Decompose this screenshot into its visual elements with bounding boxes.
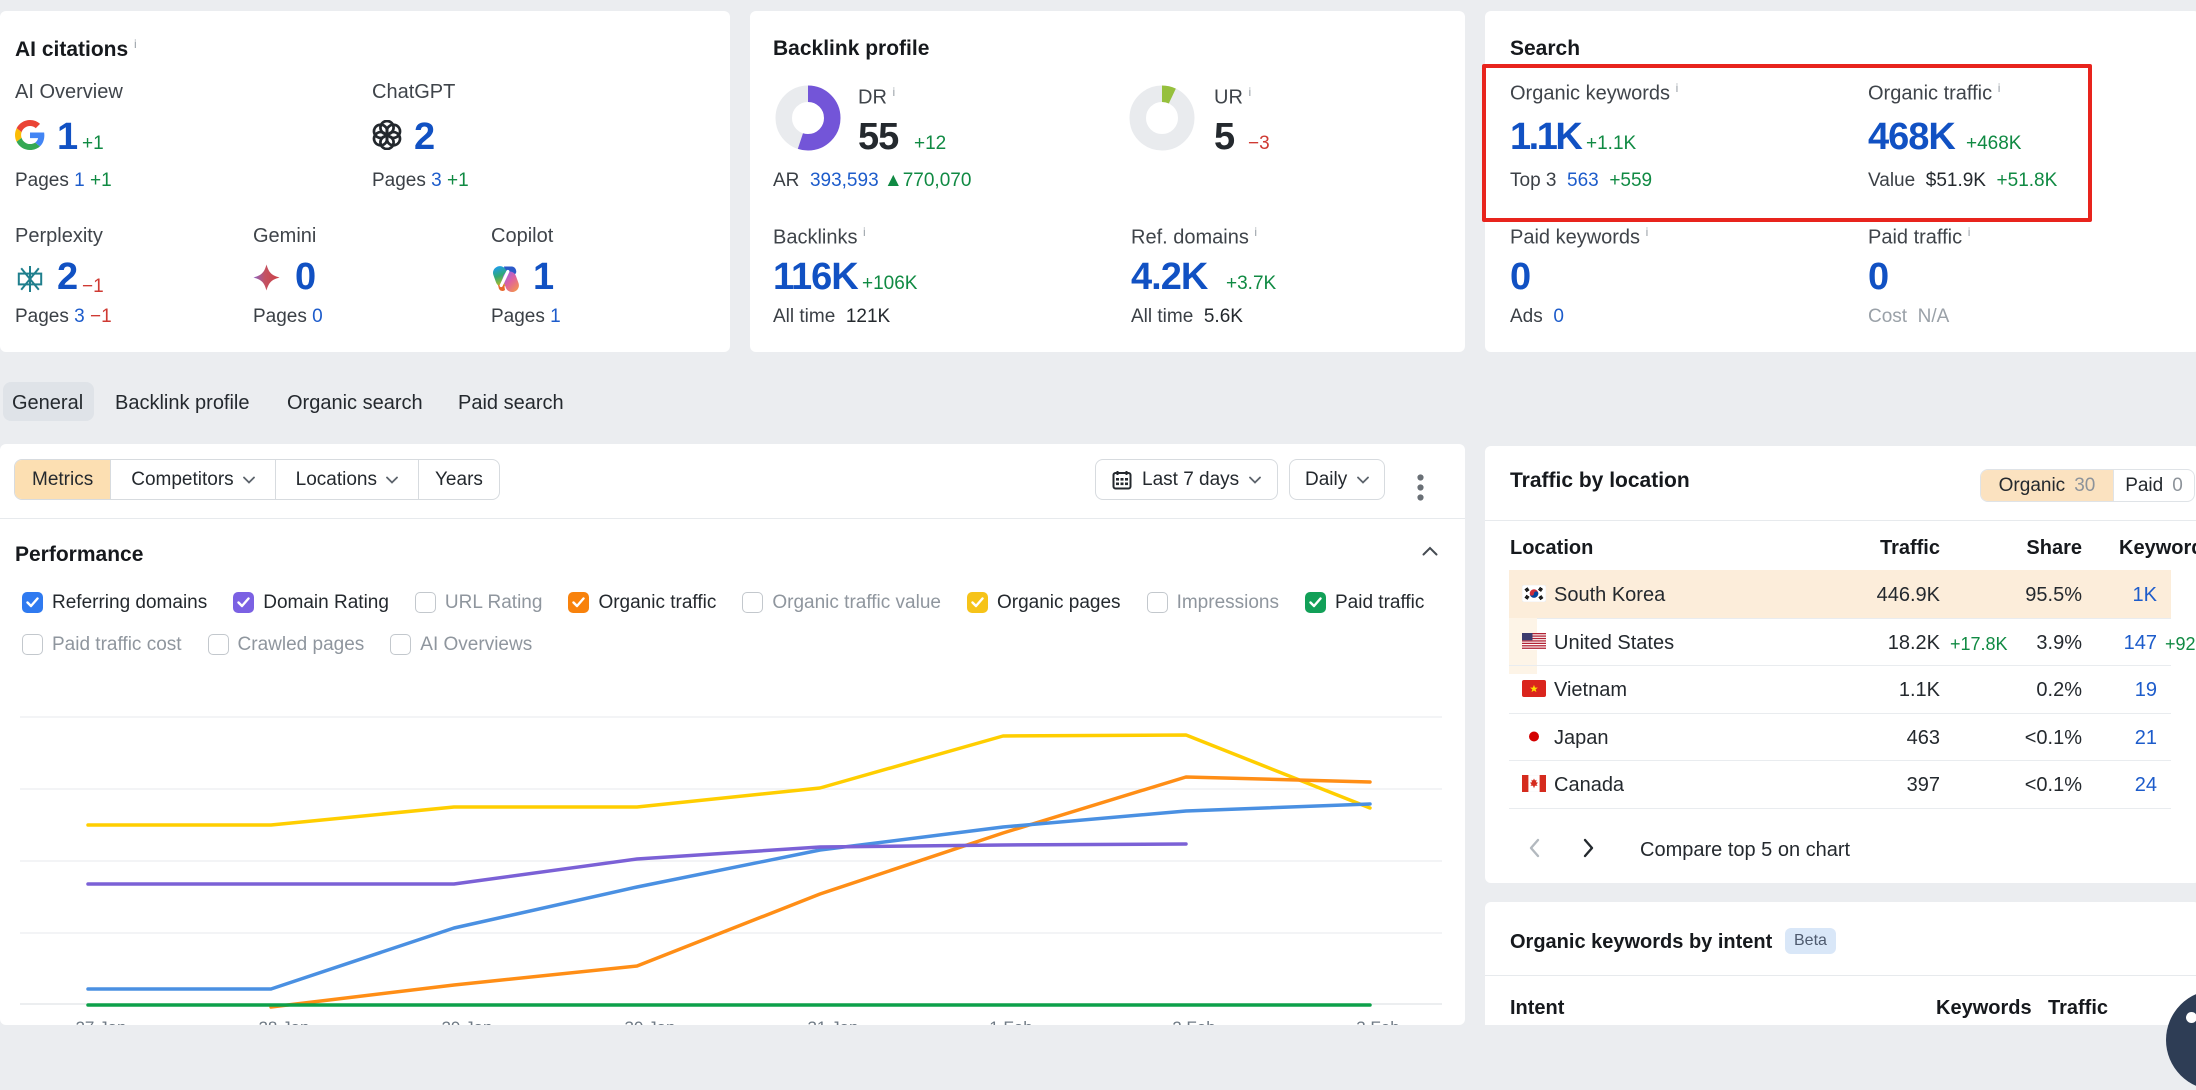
svg-text:1 Feb: 1 Feb [989, 1018, 1032, 1025]
svg-text:29 Jan: 29 Jan [441, 1018, 492, 1025]
svg-text:30 Jan: 30 Jan [624, 1018, 675, 1025]
svg-text:3 Feb: 3 Feb [1356, 1018, 1399, 1025]
svg-text:28 Jan: 28 Jan [258, 1018, 309, 1025]
svg-text:2 Feb: 2 Feb [1172, 1018, 1215, 1025]
svg-text:27 Jan: 27 Jan [75, 1018, 126, 1025]
svg-text:31 Jan: 31 Jan [807, 1018, 858, 1025]
